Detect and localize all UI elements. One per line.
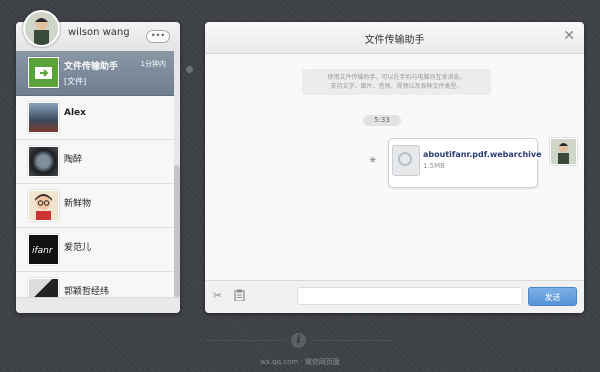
footer-divider (312, 340, 392, 341)
contact-panel: 文件传输助手 [文件] 1分钟内 Alex 陶醉 新鲜物 ifanr 爱范儿 郭… (16, 22, 180, 313)
contact-item-ifanr[interactable]: ifanr 爱范儿 (16, 228, 174, 272)
user-avatar[interactable] (23, 10, 60, 47)
message-time-badge: 5:33 (363, 115, 401, 126)
footer-text[interactable]: wx.qq.com · 微信网页版 (0, 357, 600, 367)
scissors-icon[interactable]: ✂ (213, 289, 222, 302)
xinxianwu-avatar (28, 190, 59, 221)
contact-name: 爱范儿 (64, 243, 92, 253)
notice-line: 支持文字、图片、音频、视频以及各种文件类型。 (330, 83, 463, 90)
sender-avatar[interactable] (550, 138, 577, 165)
contact-name: 文件传输助手 (64, 62, 119, 72)
file-name-link[interactable]: aboutifanr.pdf.webarchive (423, 150, 542, 159)
more-options-button[interactable]: ••• (146, 30, 170, 43)
contact-panel-footer (16, 297, 180, 313)
contact-item-xinxianwu[interactable]: 新鲜物 (16, 184, 174, 228)
taozui-avatar (28, 146, 59, 177)
svg-text:ifanr: ifanr (32, 246, 54, 256)
chat-panel: 文件传输助手 ✕ 使用文件传输助手，可以在手机与电脑间互发消息。 支持文字、图片… (205, 22, 584, 313)
contact-name: 新鲜物 (64, 199, 92, 209)
contact-list: 文件传输助手 [文件] 1分钟内 Alex 陶醉 新鲜物 ifanr 爱范儿 郭… (16, 51, 174, 297)
contact-item-file-transfer[interactable]: 文件传输助手 [文件] 1分钟内 (16, 51, 174, 96)
contact-item-taozui[interactable]: 陶醉 (16, 140, 174, 184)
info-icon[interactable]: i (291, 333, 306, 348)
contact-last-message: [文件] (64, 77, 87, 86)
contact-name: 陶醉 (64, 155, 83, 165)
chat-title-bar: 文件传输助手 ✕ (205, 22, 584, 54)
guoyingzhe-avatar (28, 278, 59, 297)
notice-line: 使用文件传输助手，可以在手机与电脑间互发消息。 (327, 74, 466, 81)
footer-divider (205, 340, 285, 341)
contact-item-guoyingzhe[interactable]: 郭颖哲经纬 (16, 272, 174, 297)
contact-name: 郭颖哲经纬 (64, 287, 110, 297)
user-name: wilson wang (68, 27, 130, 38)
clipboard-icon[interactable] (234, 289, 245, 304)
send-button[interactable]: 发送 (528, 287, 577, 306)
contact-name: Alex (64, 108, 86, 118)
sending-spinner-icon: ✳ (369, 156, 377, 166)
file-transfer-icon (28, 57, 59, 88)
message-input[interactable] (297, 287, 523, 305)
file-size: 1.5MB (423, 162, 445, 170)
close-icon[interactable]: ✕ (563, 28, 575, 44)
chat-title: 文件传输助手 (364, 35, 425, 46)
panel-connector-dot (186, 66, 193, 73)
contact-time: 1分钟内 (140, 60, 166, 68)
contact-item-alex[interactable]: Alex (16, 96, 174, 140)
contact-scrollbar-thumb[interactable] (174, 165, 180, 297)
alex-avatar (28, 102, 59, 133)
system-notice: 使用文件传输助手，可以在手机与电脑间互发消息。 支持文字、图片、音频、视频以及各… (302, 69, 491, 95)
file-icon (392, 145, 420, 176)
ifanr-avatar: ifanr (28, 234, 59, 265)
